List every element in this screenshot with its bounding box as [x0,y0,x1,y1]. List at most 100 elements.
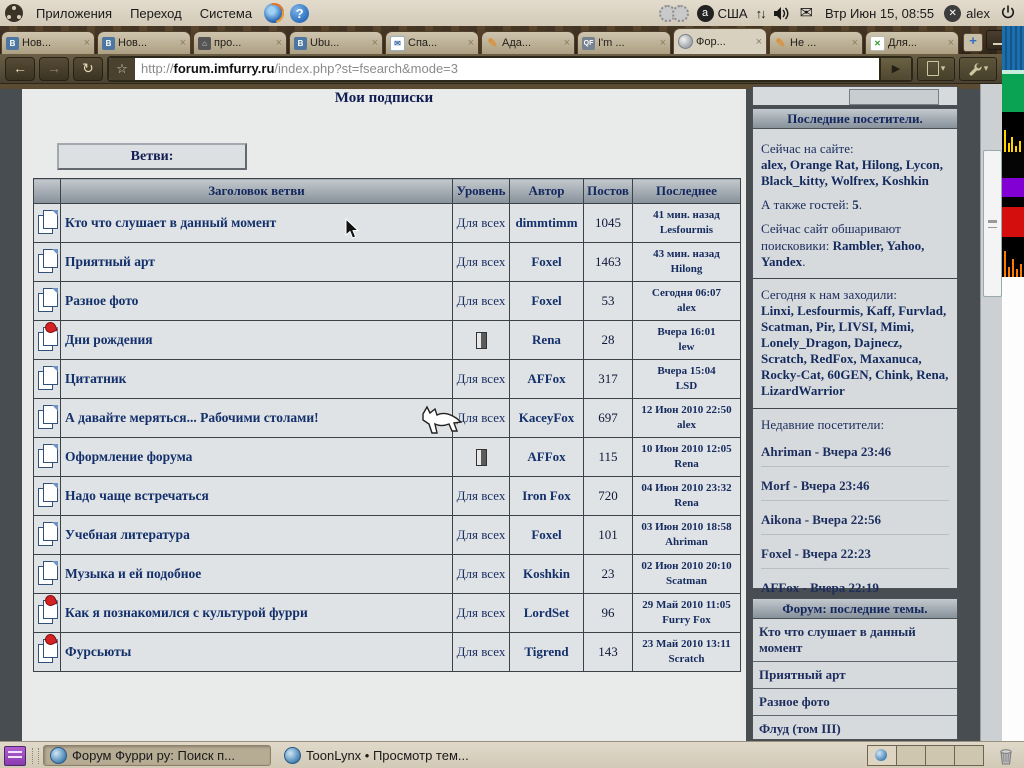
latest-topic-link[interactable]: Разное фото [753,689,957,716]
workspace-3[interactable] [926,746,955,765]
author-link[interactable]: LordSet [510,594,584,633]
tab-7[interactable]: I'm ... [577,31,671,54]
tab-close-icon[interactable] [564,37,570,49]
mail-notifier-icon[interactable]: ✉ [800,3,813,23]
vertical-scrollbar[interactable] [980,84,1002,741]
table-row[interactable]: Дни рождения Rena 28 Вчера 16:01lew [34,321,741,360]
tab-4[interactable]: Ubu... [289,31,383,54]
tab-close-icon[interactable] [84,37,90,49]
topic-link[interactable]: Учебная литература [65,527,190,542]
today-visitors-names[interactable]: Linxi, Lesfourmis, Kaff, Furvlad, Scatma… [761,303,948,399]
taskbar-grip[interactable] [32,748,39,764]
latest-topic-link[interactable]: Приятный арт [753,662,957,689]
new-tab-button[interactable]: + [963,33,983,52]
table-row[interactable]: Надо чаще встречаться Для всех Iron Fox … [34,477,741,516]
menu-system[interactable]: Система [191,6,261,21]
url-text[interactable]: http://forum.imfurry.ru/index.php?st=fse… [135,61,879,76]
now-online-names[interactable]: alex, Orange Rat, Hilong, Lycon, Black_k… [761,157,943,188]
keyboard-indicator-icon[interactable]: a [697,5,714,22]
tab-close-icon[interactable] [468,37,474,49]
tab-9[interactable]: Не ... [769,31,863,54]
ubuntu-logo-icon[interactable] [5,4,23,22]
back-button[interactable]: ← [5,57,35,81]
topic-link[interactable]: Как я познакомился с культурой фурри [65,605,308,620]
author-link[interactable]: AFFox [510,438,584,477]
column-header-title[interactable]: Заголовок ветви [61,179,453,204]
tab-close-icon[interactable] [180,37,186,49]
author-link[interactable]: Iron Fox [510,477,584,516]
column-header-posts[interactable]: Постов [584,179,633,204]
help-icon[interactable]: ? [290,4,309,23]
table-row[interactable]: Кто что слушает в данный момент Для всех… [34,204,741,243]
task-button-toonlynx[interactable]: ToonLynx • Просмотр тем... [277,745,505,766]
reload-button[interactable]: ↻ [73,57,103,81]
tools-menu-button[interactable]: ▾ [959,57,997,81]
author-link[interactable]: Tigrend [510,633,584,672]
workspace-4[interactable] [955,746,983,765]
topic-link[interactable]: Дни рождения [65,332,153,347]
table-row[interactable]: А давайте меряться... Рабочими столами! … [34,399,741,438]
table-row[interactable]: Приятный арт Для всех Foxel 1463 43 мин.… [34,243,741,282]
tab-close-icon[interactable] [372,37,378,49]
topic-link[interactable]: Музыка и ей подобное [65,566,201,581]
gears-applet-icon[interactable] [663,5,689,22]
bookmark-star-icon[interactable]: ☆ [109,58,135,80]
tab-2[interactable]: Нов... [97,31,191,54]
scrollbar-thumb[interactable] [983,150,1002,297]
table-row[interactable]: Разное фото Для всех Foxel 53 Сегодня 06… [34,282,741,321]
topic-link[interactable]: Фурсьюты [65,644,131,659]
session-indicator-icon[interactable]: ✕ [944,5,961,22]
tab-3[interactable]: про... [193,31,287,54]
table-row[interactable]: Как я познакомился с культурой фурри Для… [34,594,741,633]
table-row[interactable]: Музыка и ей подобное Для всех Koshkin 23… [34,555,741,594]
author-link[interactable]: KaceyFox [510,399,584,438]
workspace-1[interactable] [868,746,897,765]
author-link[interactable]: dimmtimm [510,204,584,243]
topic-link[interactable]: Разное фото [65,293,138,308]
branches-button[interactable]: Ветви: [57,143,247,170]
forward-button[interactable]: → [39,57,69,81]
show-desktop-icon[interactable] [4,746,26,766]
topic-link[interactable]: Оформление форума [65,449,192,464]
topic-link[interactable]: Приятный арт [65,254,155,269]
topic-link[interactable]: Кто что слушает в данный момент [65,215,276,230]
menu-places[interactable]: Переход [121,6,191,21]
tab-8-active[interactable]: Фор... [673,28,767,54]
tab-1[interactable]: Нов... [1,31,95,54]
author-link[interactable]: Foxel [510,516,584,555]
keyboard-layout-label[interactable]: США [718,6,748,21]
tab-close-icon[interactable] [852,37,858,49]
username-label[interactable]: alex [966,6,990,21]
author-link[interactable]: Koshkin [510,555,584,594]
power-icon[interactable] [1000,5,1016,21]
latest-topic-link[interactable]: Флуд (том III) [753,716,957,741]
tab-close-icon[interactable] [756,36,762,48]
topic-link[interactable]: Надо чаще встречаться [65,488,209,503]
network-arrows-icon[interactable]: ↑↓ [756,6,765,21]
column-header-level[interactable]: Уровень [453,179,510,204]
page-menu-button[interactable]: ▾ [917,57,955,81]
table-row[interactable]: Учебная литература Для всех Foxel 101 03… [34,516,741,555]
sidebar-cut-button[interactable] [849,89,939,105]
tab-close-icon[interactable] [660,37,666,49]
tab-5[interactable]: Спа... [385,31,479,54]
trash-icon[interactable] [996,746,1016,766]
go-button[interactable]: ▶ [879,58,911,80]
author-link[interactable]: AFFox [510,360,584,399]
table-row[interactable]: Фурсьюты Для всех Tigrend 143 23 Май 201… [34,633,741,672]
latest-topic-link[interactable]: Кто что слушает в данный момент [753,619,957,662]
table-row[interactable]: Оформление форума AFFox 115 10 Июн 2010 … [34,438,741,477]
author-link[interactable]: Rena [510,321,584,360]
clock[interactable]: Втр Июн 15, 08:55 [825,6,934,21]
tab-close-icon[interactable] [948,37,954,49]
firefox-launcher-icon[interactable] [264,3,284,23]
author-link[interactable]: Foxel [510,282,584,321]
table-row[interactable]: Цитатник Для всех AFFox 317 Вчера 15:04L… [34,360,741,399]
topic-link[interactable]: А давайте меряться... Рабочими столами! [65,410,319,425]
volume-icon[interactable] [773,6,790,21]
url-bar[interactable]: ☆ http://forum.imfurry.ru/index.php?st=f… [107,56,913,82]
tab-6[interactable]: Ада... [481,31,575,54]
column-header-last[interactable]: Последнее [633,179,741,204]
tab-10[interactable]: Для... [865,31,959,54]
menu-applications[interactable]: Приложения [27,6,121,21]
